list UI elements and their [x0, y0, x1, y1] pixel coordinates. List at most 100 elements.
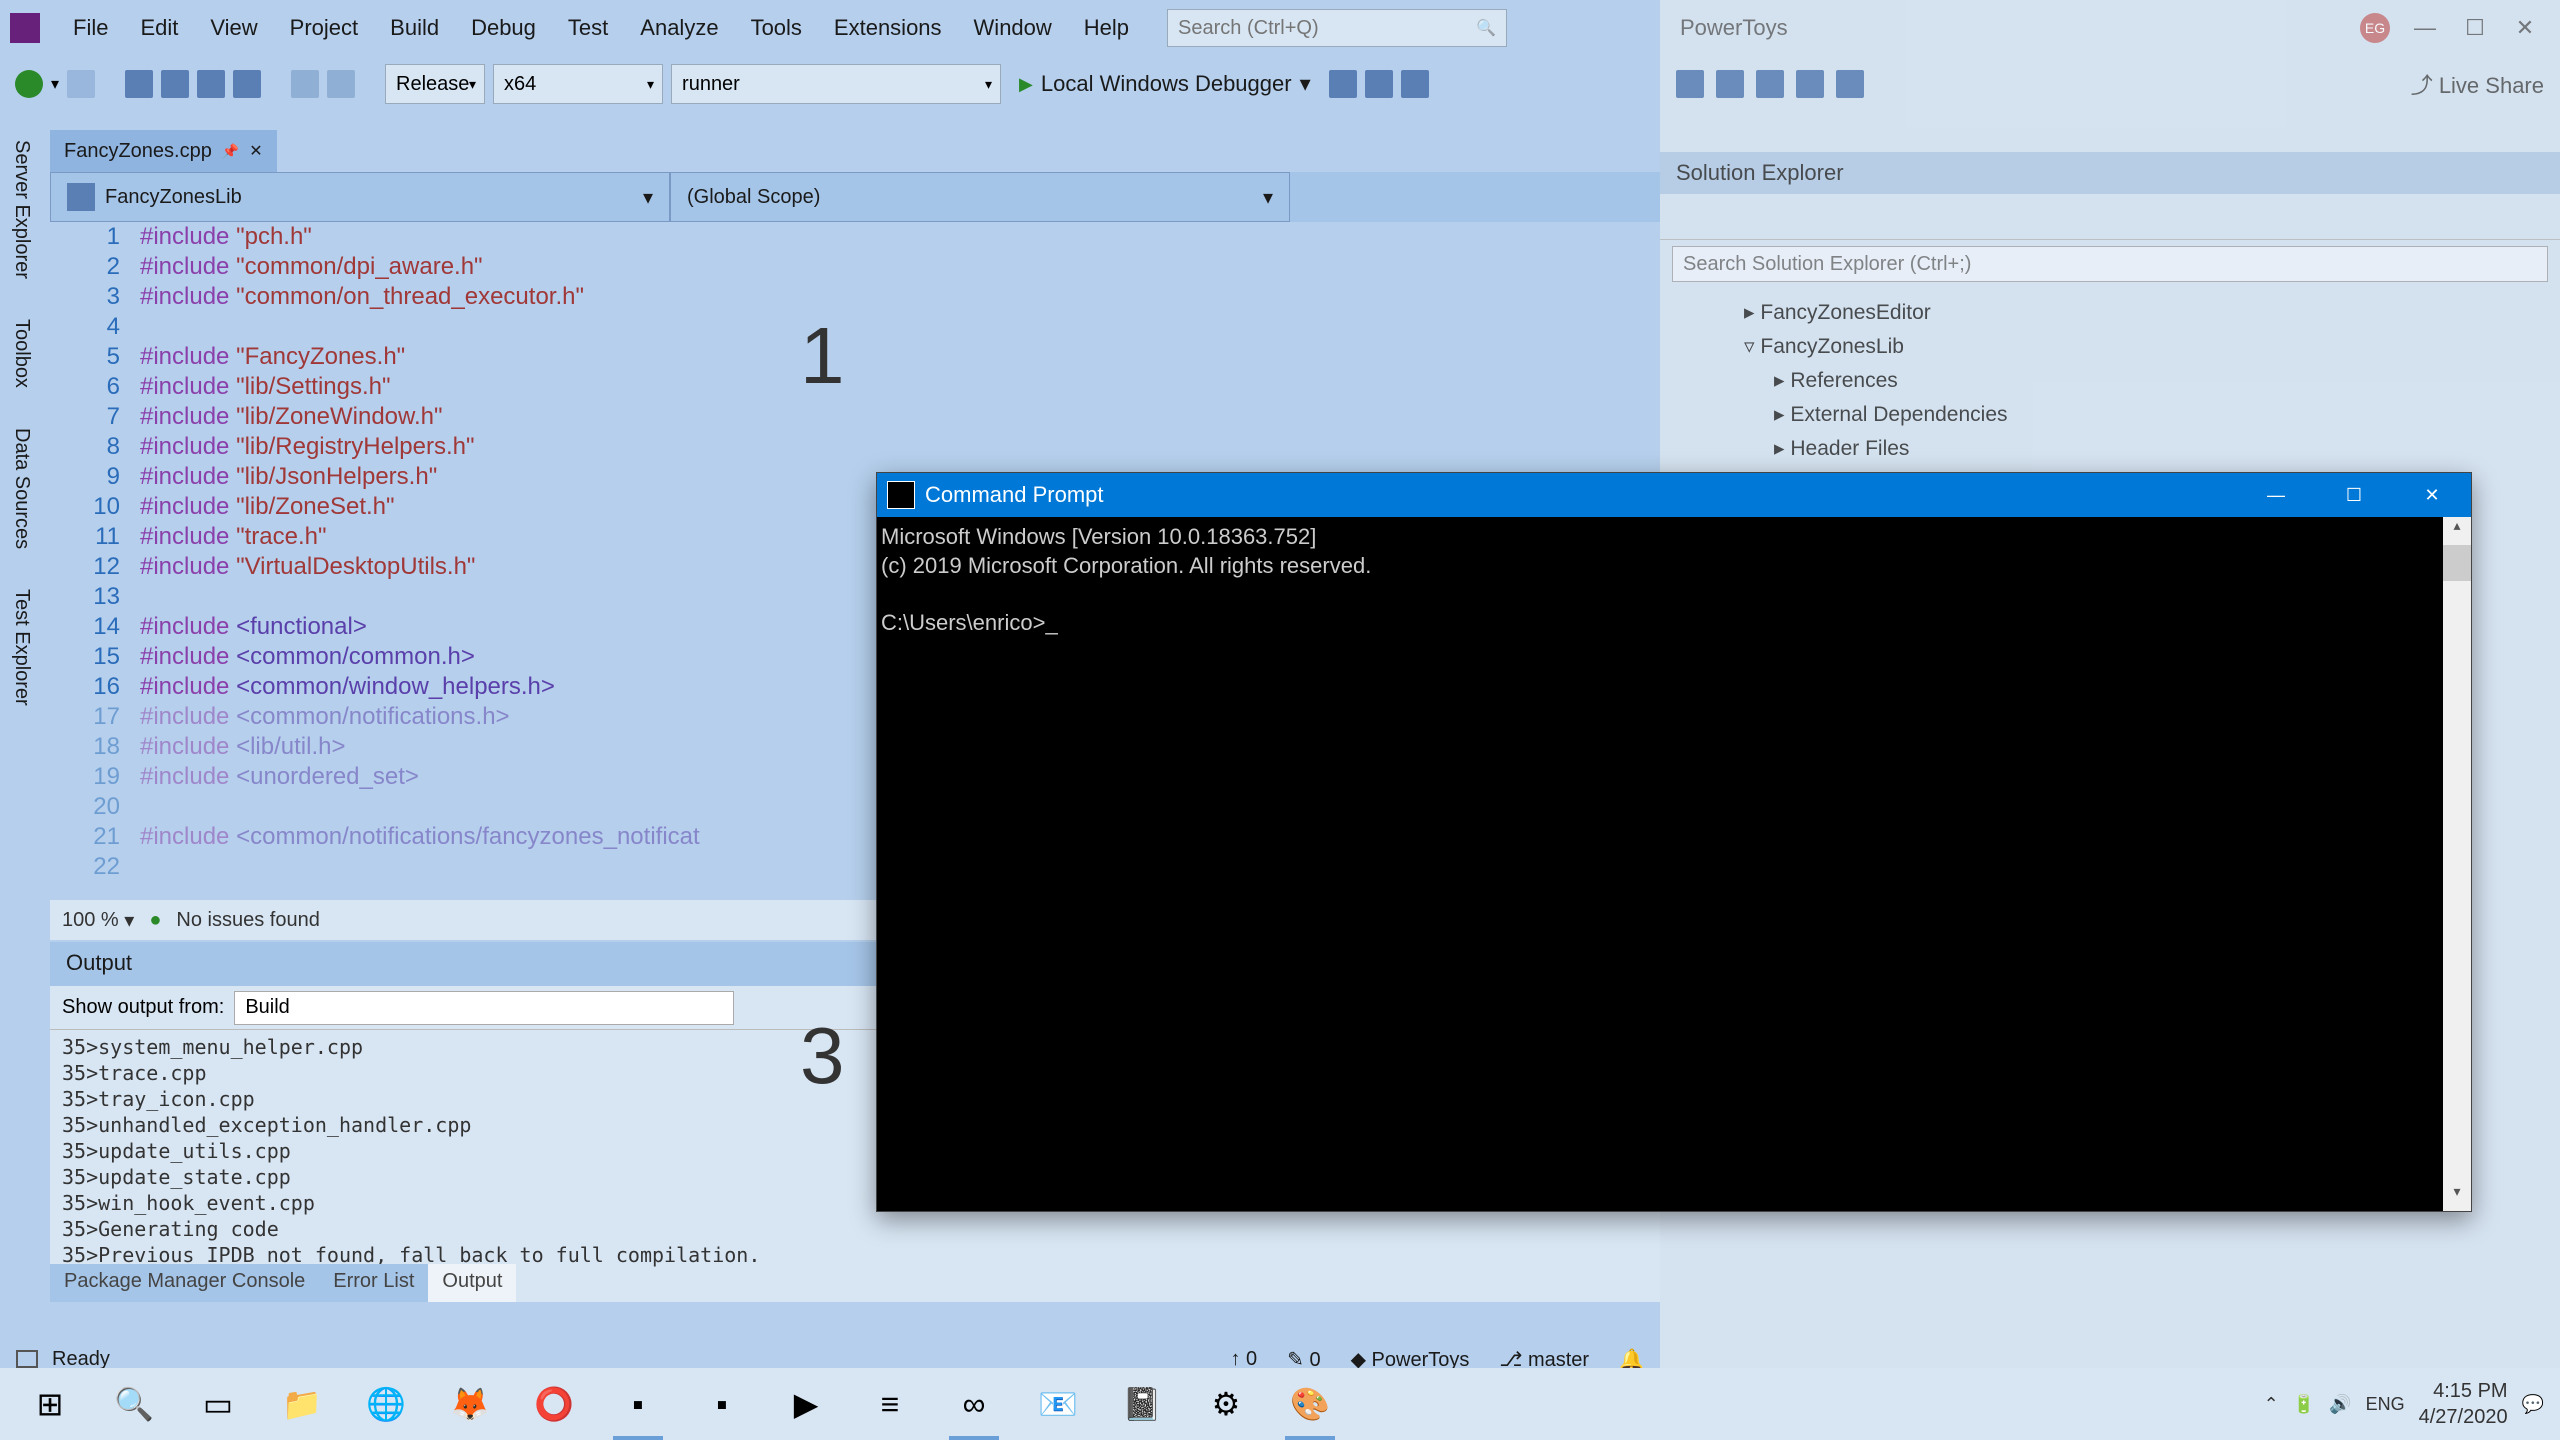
save-icon[interactable]: [197, 70, 225, 98]
menu-project[interactable]: Project: [276, 11, 372, 45]
cmd-taskbar-icon[interactable]: ▪: [596, 1368, 680, 1440]
outlook-icon[interactable]: 📧: [1016, 1368, 1100, 1440]
tab-pkg-manager[interactable]: Package Manager Console: [50, 1264, 319, 1302]
minimize-icon[interactable]: —: [2410, 15, 2440, 41]
menu-tools[interactable]: Tools: [737, 11, 816, 45]
battery-icon[interactable]: 🔋: [2293, 1394, 2315, 1415]
standard-toolbar: ▾ Release x64 runner Local Windows Debug…: [0, 56, 1660, 112]
notifications-icon[interactable]: 💬: [2522, 1394, 2544, 1415]
scope-dropdown[interactable]: (Global Scope) ▾: [670, 172, 1290, 222]
cmd-titlebar[interactable]: Command Prompt — ☐ ✕: [877, 473, 2471, 517]
redo-icon[interactable]: [327, 70, 355, 98]
terminal-icon[interactable]: ▪: [680, 1368, 764, 1440]
solution-explorer-toolbar: [1660, 194, 2560, 240]
start-button[interactable]: ⊞: [8, 1368, 92, 1440]
tab-toolbox[interactable]: Toolbox: [0, 299, 43, 408]
app-icon-1[interactable]: ⚙: [1184, 1368, 1268, 1440]
check-icon: ●: [149, 909, 161, 932]
menu-window[interactable]: Window: [960, 11, 1066, 45]
tray-chevron-icon[interactable]: ⌃: [2264, 1394, 2279, 1415]
cmd-content[interactable]: Microsoft Windows [Version 10.0.18363.75…: [877, 517, 2471, 644]
menu-view[interactable]: View: [196, 11, 271, 45]
menu-analyze[interactable]: Analyze: [626, 11, 732, 45]
editor-tabs: FancyZones.cpp 📌 ✕: [50, 130, 277, 172]
scope-label: (Global Scope): [687, 186, 820, 209]
vscode-icon[interactable]: ≡: [848, 1368, 932, 1440]
solution-platform-dropdown[interactable]: x64: [493, 64, 663, 104]
rt-icon-3[interactable]: [1756, 70, 1784, 98]
volume-icon[interactable]: 🔊: [2329, 1394, 2351, 1415]
solution-config-dropdown[interactable]: Release: [385, 64, 485, 104]
menu-build[interactable]: Build: [376, 11, 453, 45]
scroll-up-icon[interactable]: ▴: [2443, 517, 2471, 545]
navigate-back-icon[interactable]: [15, 70, 43, 98]
quick-search-input[interactable]: [1178, 17, 1476, 40]
tab-error-list[interactable]: Error List: [319, 1264, 428, 1302]
undo-icon[interactable]: [291, 70, 319, 98]
menu-test[interactable]: Test: [554, 11, 622, 45]
language-indicator[interactable]: ENG: [2366, 1394, 2405, 1415]
cmd-minimize-button[interactable]: —: [2237, 473, 2315, 517]
tab-data-sources[interactable]: Data Sources: [0, 408, 43, 569]
rt-icon-5[interactable]: [1836, 70, 1864, 98]
menu-help[interactable]: Help: [1070, 11, 1143, 45]
cmd-close-button[interactable]: ✕: [2393, 473, 2471, 517]
edge-icon[interactable]: 🌐: [344, 1368, 428, 1440]
live-share-button[interactable]: ⤴ Live Share: [2411, 68, 2544, 100]
startup-project-dropdown[interactable]: runner: [671, 64, 1001, 104]
firefox-icon[interactable]: 🦊: [428, 1368, 512, 1440]
close-window-icon[interactable]: ✕: [2510, 15, 2540, 41]
editor-tab-fancyzones[interactable]: FancyZones.cpp 📌 ✕: [50, 130, 277, 172]
scroll-thumb[interactable]: [2443, 545, 2471, 581]
rt-icon-1[interactable]: [1676, 70, 1704, 98]
menubar: File Edit View Project Build Debug Test …: [0, 0, 1660, 56]
solution-search: [1660, 240, 2560, 288]
cmd-maximize-button[interactable]: ☐: [2315, 473, 2393, 517]
tab-test-explorer[interactable]: Test Explorer: [0, 569, 43, 726]
nav-dropdown-icon[interactable]: ▾: [51, 74, 59, 94]
maximize-icon[interactable]: ☐: [2460, 15, 2490, 41]
project-icon: [67, 183, 95, 211]
toolbar-icon-2[interactable]: [1365, 70, 1393, 98]
app-icon-2[interactable]: 🎨: [1268, 1368, 1352, 1440]
onenote-icon[interactable]: 📓: [1100, 1368, 1184, 1440]
open-file-icon[interactable]: [161, 70, 189, 98]
chrome-icon[interactable]: ⭕: [512, 1368, 596, 1440]
cmd-title: Command Prompt: [925, 482, 1104, 508]
quick-search-box[interactable]: 🔍: [1167, 9, 1507, 47]
pin-icon[interactable]: 📌: [222, 143, 239, 160]
new-project-icon[interactable]: [125, 70, 153, 98]
menu-debug[interactable]: Debug: [457, 11, 550, 45]
powershell-icon[interactable]: ▶: [764, 1368, 848, 1440]
save-all-icon[interactable]: [233, 70, 261, 98]
navigation-bar: FancyZonesLib ▾ (Global Scope) ▾: [50, 172, 1660, 222]
tab-server-explorer[interactable]: Server Explorer: [0, 120, 43, 299]
solution-search-input[interactable]: [1672, 246, 2548, 282]
scroll-down-icon[interactable]: ▾: [2443, 1183, 2471, 1211]
command-prompt-window[interactable]: Command Prompt — ☐ ✕ Microsoft Windows […: [876, 472, 2472, 1212]
tab-output[interactable]: Output: [428, 1264, 516, 1302]
app-title: PowerToys: [1680, 15, 1788, 41]
rt-icon-4[interactable]: [1796, 70, 1824, 98]
type-dropdown[interactable]: FancyZonesLib ▾: [50, 172, 670, 222]
avatar[interactable]: EG: [2360, 13, 2390, 43]
toolbar-icon-3[interactable]: [1401, 70, 1429, 98]
visual-studio-taskbar-icon[interactable]: ∞: [932, 1368, 1016, 1440]
menu-extensions[interactable]: Extensions: [820, 11, 956, 45]
start-debugging-button[interactable]: Local Windows Debugger ▾: [1009, 67, 1321, 101]
menu-edit[interactable]: Edit: [126, 11, 192, 45]
cmd-icon: [887, 481, 915, 509]
cmd-scrollbar[interactable]: ▴ ▾: [2443, 517, 2471, 1211]
output-source-dropdown[interactable]: Build: [234, 991, 734, 1025]
zoom-dropdown[interactable]: 100 % ▾: [62, 908, 134, 933]
close-icon[interactable]: ✕: [249, 141, 262, 161]
output-from-label: Show output from:: [62, 996, 224, 1019]
file-explorer-icon[interactable]: 📁: [260, 1368, 344, 1440]
solution-explorer-header[interactable]: Solution Explorer: [1660, 152, 2560, 194]
task-view-button[interactable]: ▭: [176, 1368, 260, 1440]
toolbar-icon-1[interactable]: [1329, 70, 1357, 98]
search-button[interactable]: 🔍: [92, 1368, 176, 1440]
clock[interactable]: 4:15 PM 4/27/2020: [2419, 1378, 2508, 1430]
rt-icon-2[interactable]: [1716, 70, 1744, 98]
menu-file[interactable]: File: [59, 11, 122, 45]
